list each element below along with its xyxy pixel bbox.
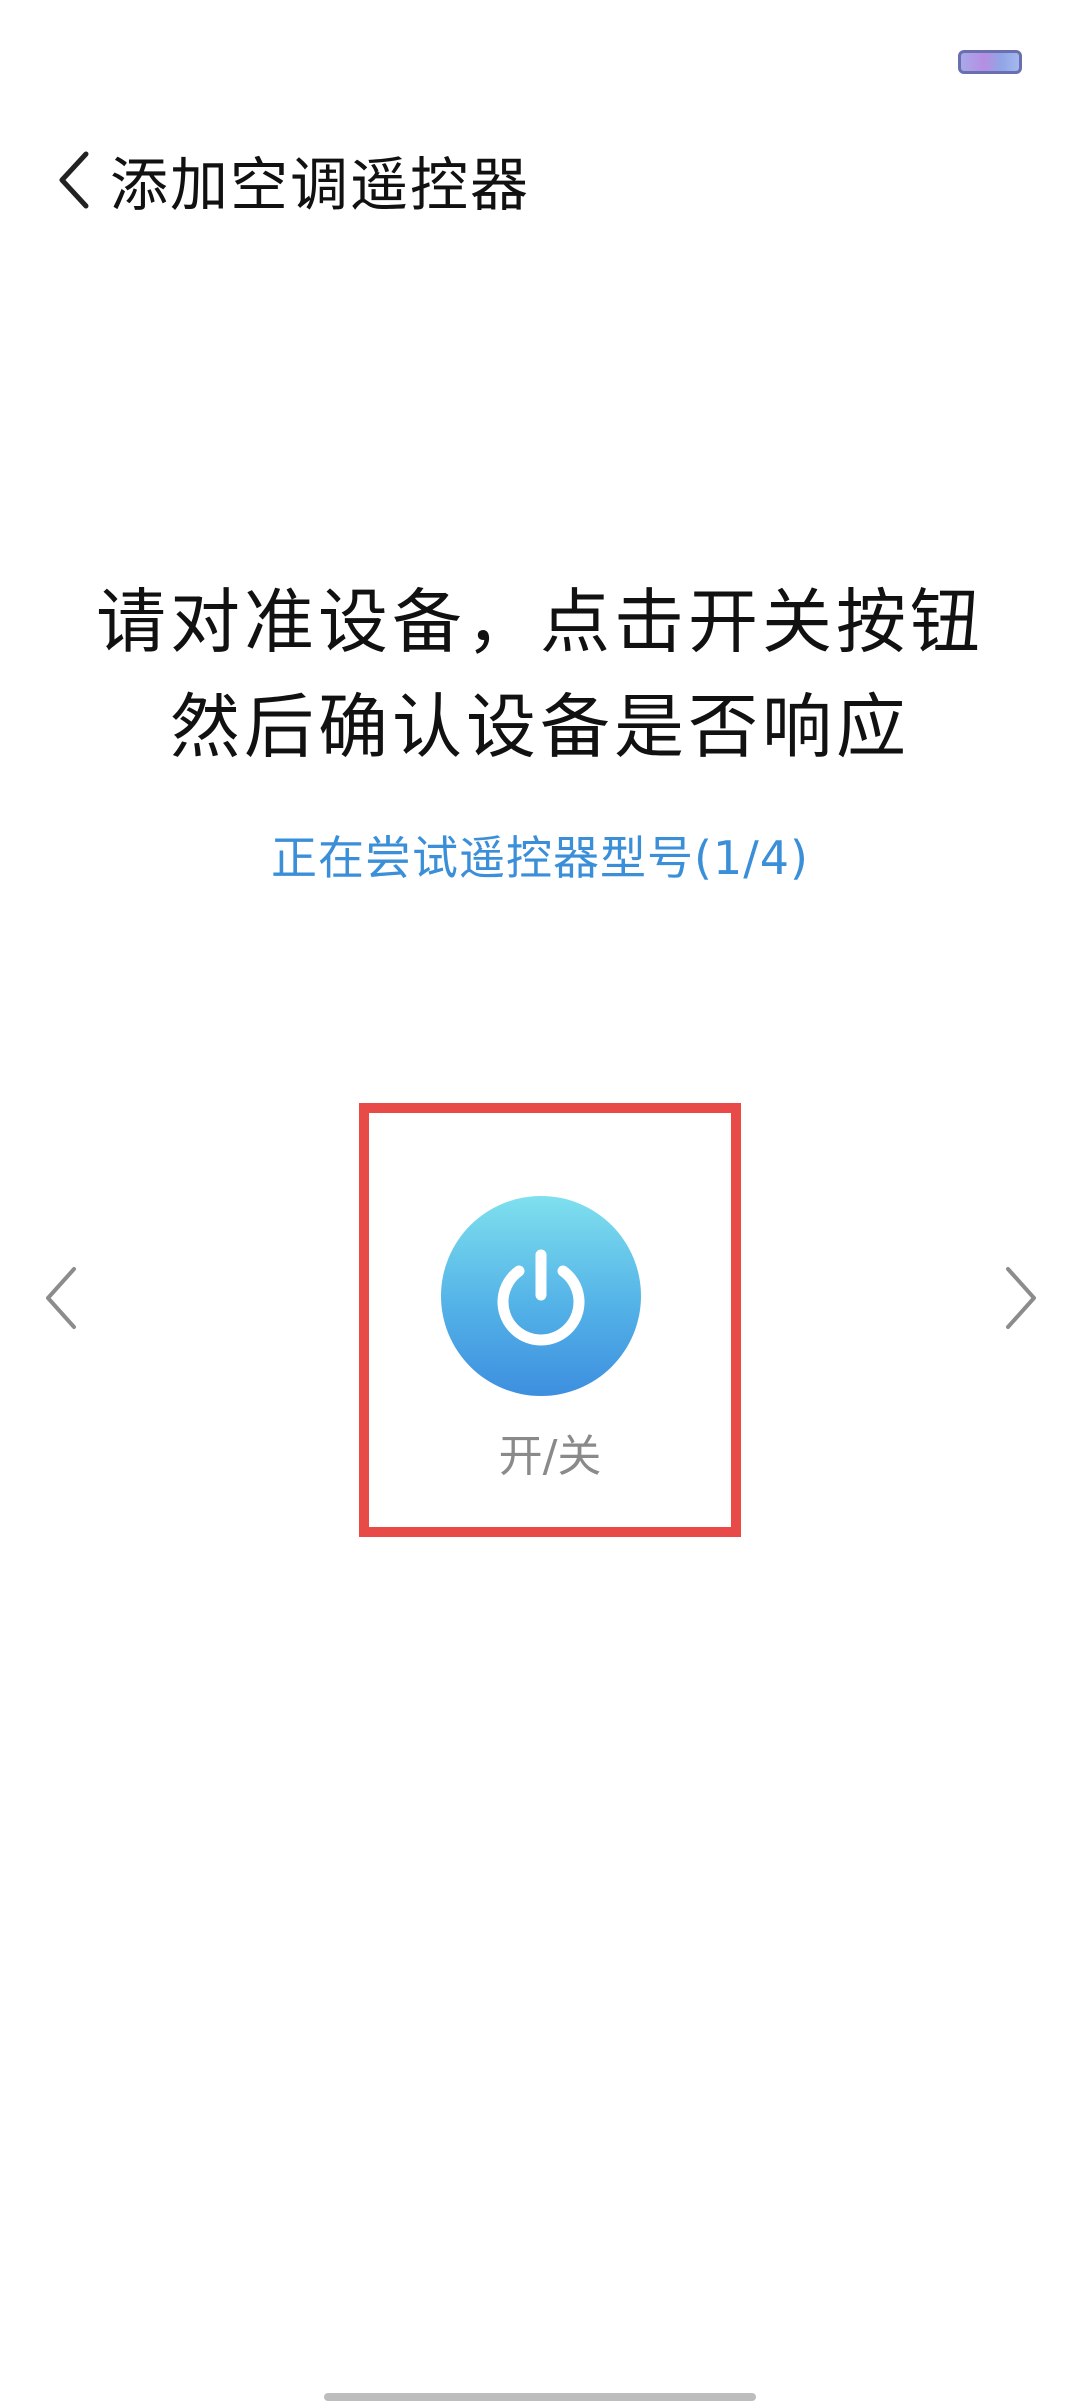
instruction-line-1: 请对准设备，点击开关按钮 — [96, 581, 984, 663]
page-title: 添加空调遥控器 — [110, 151, 531, 219]
header: 添加空调遥控器 — [48, 140, 530, 220]
battery-icon — [958, 50, 1022, 74]
power-icon — [497, 1249, 585, 1346]
back-button[interactable] — [48, 145, 98, 215]
trying-model-status: 正在尝试遥控器型号(1/4) — [271, 831, 809, 885]
instruction-line-2: 然后确认设备是否响应 — [170, 686, 910, 768]
prev-model-button[interactable] — [30, 1258, 90, 1338]
chevron-left-icon — [59, 151, 89, 209]
home-indicator[interactable] — [324, 2393, 756, 2401]
chevron-right-icon — [1006, 1267, 1036, 1329]
chevron-left-icon — [46, 1267, 76, 1329]
power-button[interactable] — [441, 1196, 641, 1396]
power-label: 开/关 — [498, 1431, 602, 1482]
instruction-text: 请对准设备，点击开关按钮 然后确认设备是否响应 — [0, 570, 1080, 780]
screen: 添加空调遥控器 请对准设备，点击开关按钮 然后确认设备是否响应 正在尝试遥控器型… — [0, 0, 1080, 2408]
next-model-button[interactable] — [992, 1258, 1052, 1338]
